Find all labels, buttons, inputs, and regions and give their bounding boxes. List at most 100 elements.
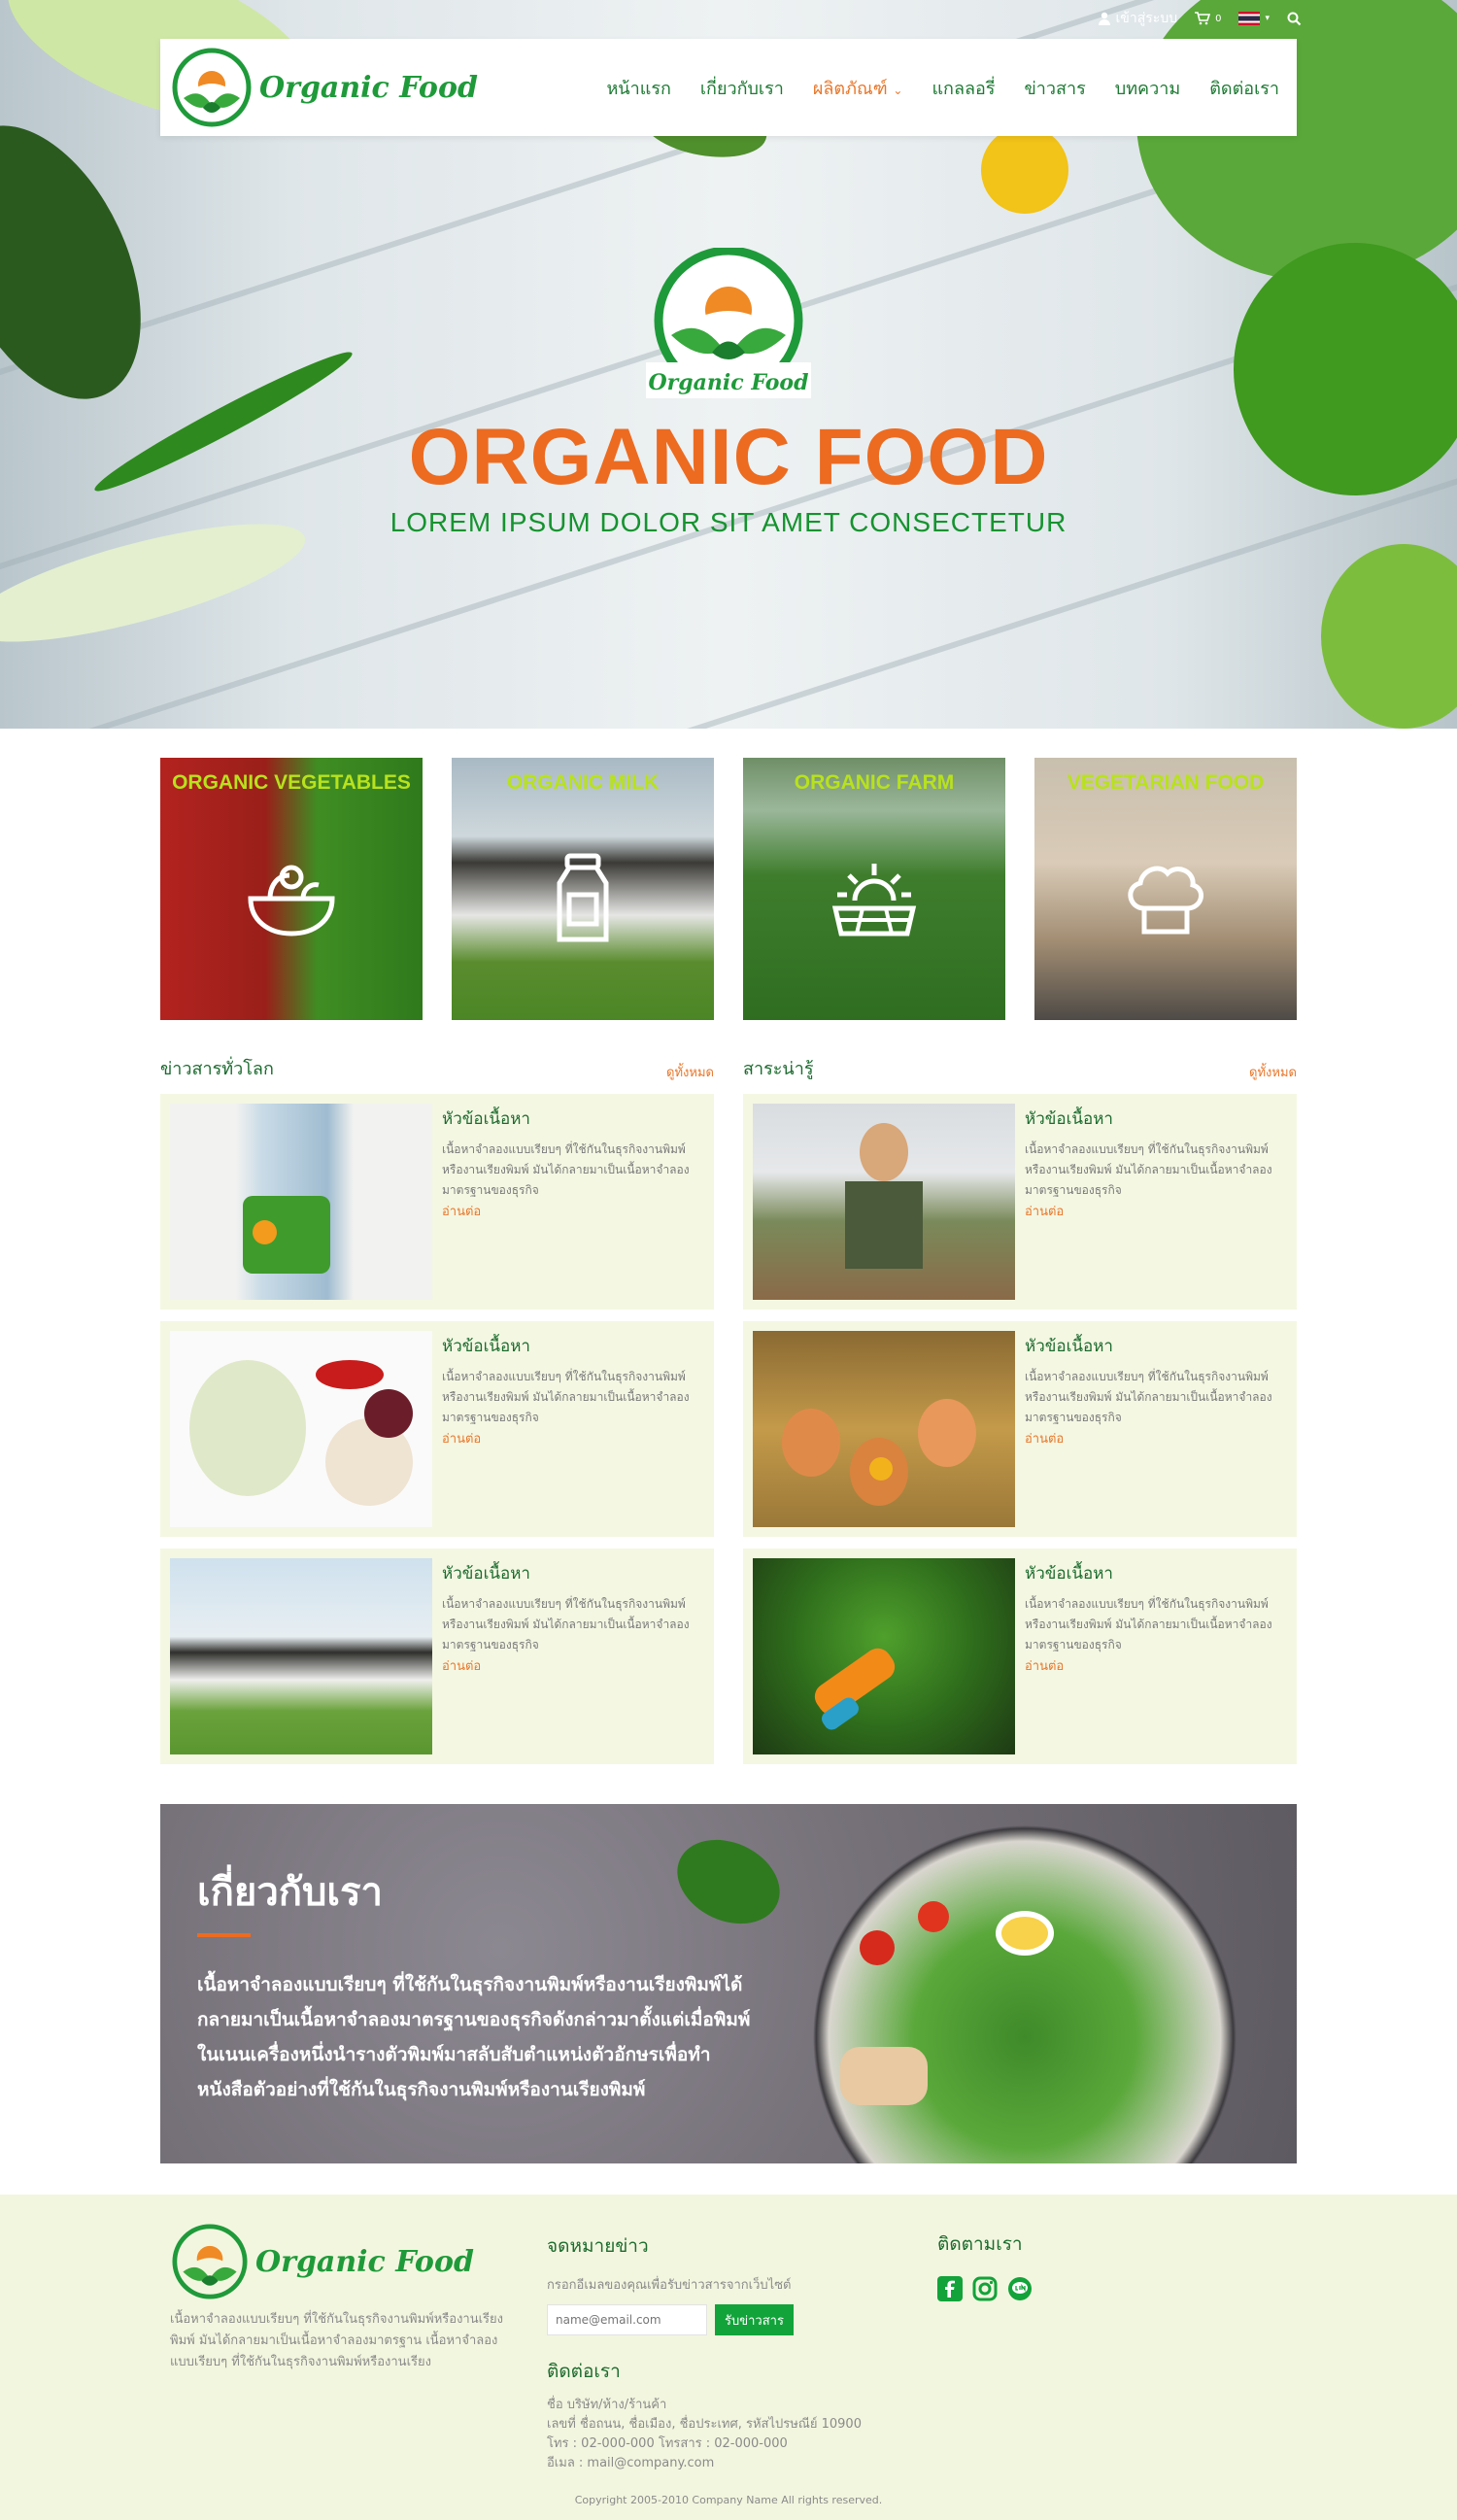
nav-item-products-label: ผลิตภัณฑ์	[812, 78, 888, 99]
category-tiles: ORGANIC VEGETABLES ORGANIC MILK ORGANIC …	[160, 758, 1297, 1020]
main-navbar: Organic Food หน้าแรก เกี่ยวกับเรา ผลิตภั…	[160, 39, 1297, 136]
footer-newsletter-column: จดหมายข่าว กรอกอีเมลของคุณเพื่อรับข่าวสา…	[547, 2231, 862, 2473]
read-more-link[interactable]: อ่านต่อ	[442, 1201, 702, 1221]
hero-logo-text: Organic Food	[649, 370, 809, 395]
nav-item-about[interactable]: เกี่ยวกับเรา	[700, 74, 784, 102]
category-title: ORGANIC FARM	[794, 771, 955, 794]
cart-button[interactable]: 0	[1195, 12, 1221, 25]
about-section: เกี่ยวกับเรา เนื้อหาจำลองแบบเรียบๆ ที่ใช…	[160, 1804, 1297, 2163]
knowledge-section: สาระน่ารู้ ดูทั้งหมด หัวข้อเนื้อหา เนื้อ…	[743, 1049, 1297, 1764]
nav-item-news[interactable]: ข่าวสาร	[1024, 74, 1085, 102]
cart-count: 0	[1215, 13, 1222, 24]
section-header: สาระน่ารู้ ดูทั้งหมด	[743, 1049, 1297, 1082]
corn-decoration	[981, 126, 1068, 214]
card-title[interactable]: หัวข้อเนื้อหา	[1025, 1106, 1285, 1132]
milk-can-icon	[557, 853, 609, 942]
salad-egg-decoration	[996, 1911, 1054, 1956]
cucumber-slice-decoration	[1321, 544, 1457, 729]
facebook-icon[interactable]	[937, 2276, 963, 2301]
card-title[interactable]: หัวข้อเนื้อหา	[442, 1333, 702, 1359]
hero-title: ORGANIC FOOD	[408, 413, 1049, 501]
nav-item-gallery[interactable]: แกลลอรี่	[932, 74, 995, 102]
news-image-watering	[753, 1558, 1015, 1754]
newsletter-form: รับข่าวสาร	[547, 2304, 862, 2335]
site-logo[interactable]: Organic Food	[170, 48, 478, 127]
footer-social-column: ติดตามเรา	[937, 2230, 1033, 2301]
card-excerpt: เนื้อหาจำลองแบบเรียบๆ ที่ใช้กันในธุรกิจง…	[442, 1142, 690, 1197]
news-image-farmer	[753, 1104, 1015, 1300]
top-utility-bar: เข้าสู่ระบบ 0 ▾	[1098, 8, 1302, 29]
nav-item-articles[interactable]: บทความ	[1115, 74, 1180, 102]
card-title[interactable]: หัวข้อเนื้อหา	[1025, 1560, 1285, 1586]
hero-subtitle: LOREM IPSUM DOLOR SIT AMET CONSECTETUR	[390, 507, 1067, 537]
search-button[interactable]	[1287, 12, 1302, 26]
login-label: เข้าสู่ระบบ	[1115, 11, 1178, 26]
card-title[interactable]: หัวข้อเนื้อหา	[442, 1106, 702, 1132]
card-excerpt: เนื้อหาจำลองแบบเรียบๆ ที่ใช้กันในธุรกิจง…	[442, 1370, 690, 1424]
chevron-down-icon: ⌄	[893, 83, 903, 97]
read-more-link[interactable]: อ่านต่อ	[1025, 1201, 1285, 1221]
about-text: เนื้อหาจำลองแบบเรียบๆ ที่ใช้กันในธุรกิจง…	[197, 1974, 751, 2100]
salad-tomato-decoration	[860, 1930, 895, 1965]
subscribe-button[interactable]: รับข่าวสาร	[715, 2304, 794, 2335]
read-more-link[interactable]: อ่านต่อ	[442, 1428, 702, 1448]
user-icon	[1098, 12, 1110, 25]
news-card[interactable]: หัวข้อเนื้อหา เนื้อหาจำลองแบบเรียบๆ ที่ใ…	[743, 1094, 1297, 1310]
category-tile-milk[interactable]: ORGANIC MILK	[452, 758, 714, 1020]
footer-logo[interactable]: Organic Food	[170, 2224, 520, 2299]
nav-item-products[interactable]: ผลิตภัณฑ์ ⌄	[813, 74, 903, 102]
nav-item-contact[interactable]: ติดต่อเรา	[1209, 74, 1279, 102]
contact-email: อีเมล : mail@company.com	[547, 2456, 715, 2470]
view-all-link[interactable]: ดูทั้งหมด	[666, 1062, 714, 1082]
category-tile-vegetarian[interactable]: VEGETARIAN FOOD	[1034, 758, 1297, 1020]
card-title[interactable]: หัวข้อเนื้อหา	[1025, 1333, 1285, 1359]
site-footer: Organic Food เนื้อหาจำลองแบบเรียบๆ ที่ใช…	[0, 2195, 1457, 2520]
read-more-link[interactable]: อ่านต่อ	[1025, 1428, 1285, 1448]
sunrise-field-icon	[831, 864, 917, 936]
nav-item-home[interactable]: หน้าแรก	[606, 74, 670, 102]
news-card[interactable]: หัวข้อเนื้อหา เนื้อหาจำลองแบบเรียบๆ ที่ใ…	[160, 1321, 714, 1537]
news-card[interactable]: หัวข้อเนื้อหา เนื้อหาจำลองแบบเรียบๆ ที่ใ…	[160, 1549, 714, 1764]
chevron-down-icon: ▾	[1265, 14, 1270, 23]
news-image-vegetables	[170, 1331, 432, 1527]
language-selector[interactable]: ▾	[1238, 12, 1270, 25]
instagram-icon[interactable]	[972, 2276, 998, 2301]
newsletter-description: กรอกอีเมลของคุณเพื่อรับข่าวสารจากเว็บไซต…	[547, 2278, 792, 2293]
salad-tomato-decoration	[918, 1901, 949, 1932]
news-image-cows	[170, 1558, 432, 1754]
login-link[interactable]: เข้าสู่ระบบ	[1098, 8, 1178, 29]
news-card[interactable]: หัวข้อเนื้อหา เนื้อหาจำลองแบบเรียบๆ ที่ใ…	[743, 1549, 1297, 1764]
title-underline	[197, 1933, 251, 1937]
thai-flag-icon	[1238, 12, 1261, 25]
contact-company: ชื่อ บริษัท/ห้าง/ร้านค้า	[547, 2398, 667, 2412]
hero-logo: Organic Food	[646, 246, 811, 398]
contact-title: ติดต่อเรา	[547, 2361, 621, 2382]
footer-description: เนื้อหาจำลองแบบเรียบๆ ที่ใช้กันในธุรกิจง…	[170, 2312, 504, 2369]
hero-banner: เข้าสู่ระบบ 0 ▾ Organic Food หน้าแรก เกี…	[0, 0, 1457, 729]
card-excerpt: เนื้อหาจำลองแบบเรียบๆ ที่ใช้กันในธุรกิจง…	[1025, 1142, 1272, 1197]
about-title: เกี่ยวกับเรา	[197, 1870, 384, 1915]
social-links	[937, 2276, 1033, 2301]
news-card[interactable]: หัวข้อเนื้อหา เนื้อหาจำลองแบบเรียบๆ ที่ใ…	[743, 1321, 1297, 1537]
newsletter-email-input[interactable]	[547, 2304, 707, 2335]
search-icon	[1287, 12, 1302, 25]
card-title[interactable]: หัวข้อเนื้อหา	[442, 1560, 702, 1586]
hero-content: Organic Food ORGANIC FOOD LOREM IPSUM DO…	[0, 246, 1457, 538]
contact-address: เลขที่ ชื่อถนน, ชื่อเมือง, ชื่อประเทศ, ร…	[547, 2417, 862, 2432]
section-title: ข่าวสารทั่วโลก	[160, 1059, 274, 1079]
line-icon[interactable]	[1007, 2276, 1033, 2301]
cart-icon	[1195, 12, 1211, 25]
news-image-basket	[170, 1104, 432, 1300]
news-card[interactable]: หัวข้อเนื้อหา เนื้อหาจำลองแบบเรียบๆ ที่ใ…	[160, 1094, 714, 1310]
category-tile-vegetables[interactable]: ORGANIC VEGETABLES	[160, 758, 423, 1020]
brand-name: Organic Food	[259, 70, 478, 105]
read-more-link[interactable]: อ่านต่อ	[442, 1655, 702, 1676]
organic-logo-icon	[172, 48, 252, 127]
read-more-link[interactable]: อ่านต่อ	[1025, 1655, 1285, 1676]
vegetable-bowl-icon	[248, 865, 335, 936]
category-title: ORGANIC VEGETABLES	[172, 771, 411, 794]
category-tile-farm[interactable]: ORGANIC FARM	[743, 758, 1005, 1020]
view-all-link[interactable]: ดูทั้งหมด	[1249, 1062, 1297, 1082]
card-excerpt: เนื้อหาจำลองแบบเรียบๆ ที่ใช้กันในธุรกิจง…	[442, 1597, 690, 1652]
contact-phone: โทร : 02-000-000 โทรสาร : 02-000-000	[547, 2436, 788, 2451]
